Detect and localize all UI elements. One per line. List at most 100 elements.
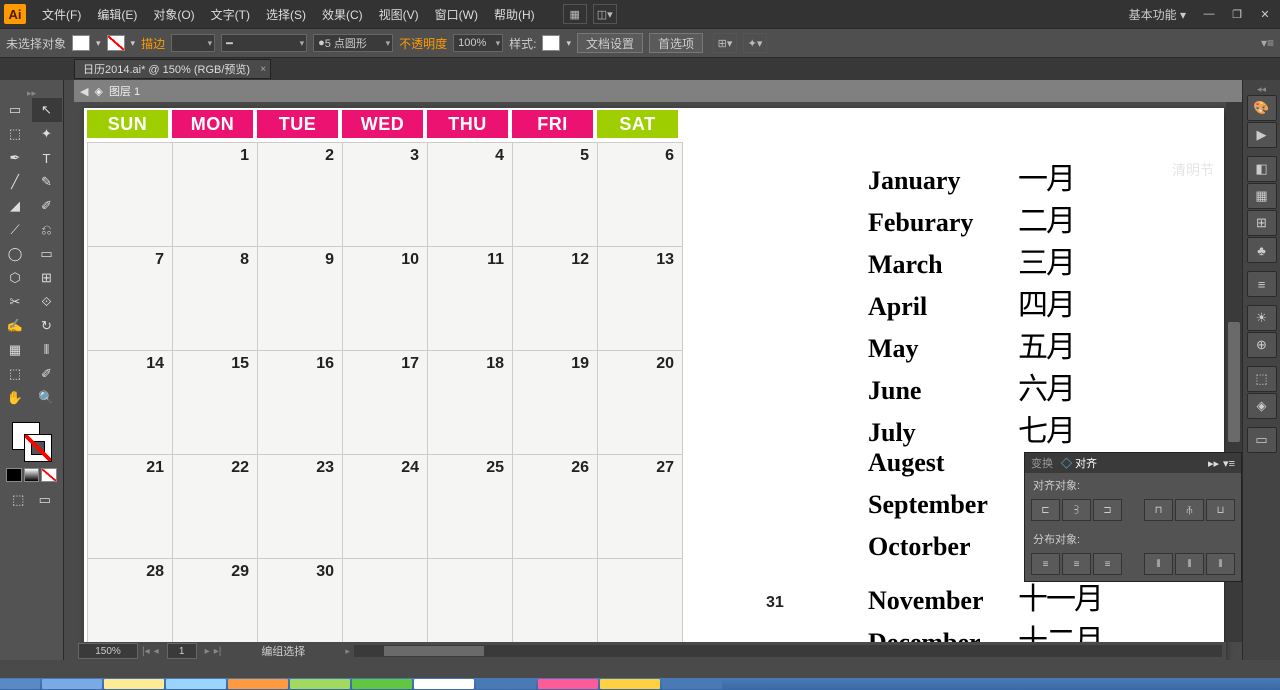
- calendar-day-header[interactable]: SUN: [87, 110, 168, 138]
- tool-button[interactable]: ✐: [32, 362, 62, 386]
- tool-button[interactable]: 🔍: [32, 386, 62, 410]
- panel-dock-icon[interactable]: ◧: [1247, 156, 1277, 182]
- document-tab[interactable]: 日历2014.ai* @ 150% (RGB/预览) ×: [74, 59, 271, 79]
- align-tab[interactable]: ◇ 对齐: [1061, 455, 1097, 471]
- breadcrumb-back-icon[interactable]: ◀: [80, 85, 88, 98]
- menu-item[interactable]: 编辑(E): [89, 6, 145, 23]
- tool-button[interactable]: T: [32, 146, 62, 170]
- controlbar-menu-icon[interactable]: ▾≡: [1261, 36, 1274, 50]
- month-row[interactable]: March三月: [868, 238, 1102, 280]
- calendar-cell[interactable]: 19: [513, 351, 598, 455]
- calendar-cell[interactable]: 6: [598, 143, 683, 247]
- orphan-date[interactable]: 31: [766, 594, 784, 612]
- breadcrumb-layer[interactable]: 图层 1: [109, 83, 140, 99]
- calendar-day-header[interactable]: TUE: [257, 110, 338, 138]
- color-mode-none-icon[interactable]: [41, 468, 57, 482]
- tab-close-icon[interactable]: ×: [260, 64, 266, 75]
- tool-button[interactable]: ✐: [32, 194, 62, 218]
- calendar-cell[interactable]: 15: [173, 351, 258, 455]
- tool-button[interactable]: ✦: [32, 122, 62, 146]
- tool-button[interactable]: ✍: [0, 314, 30, 338]
- tool-button[interactable]: ✎: [32, 170, 62, 194]
- opacity-label[interactable]: 不透明度: [399, 35, 447, 52]
- preferences-button[interactable]: 首选项: [649, 33, 703, 53]
- calendar-cell[interactable]: 20: [598, 351, 683, 455]
- close-icon[interactable]: ✕: [1254, 6, 1276, 22]
- arrange-icon[interactable]: ◫▾: [593, 4, 617, 24]
- calendar-cell[interactable]: 13: [598, 247, 683, 351]
- month-row[interactable]: January一月: [868, 154, 1102, 196]
- nav-last-icon[interactable]: ▸|: [214, 646, 222, 657]
- calendar-cell[interactable]: 24: [343, 455, 428, 559]
- tool-button[interactable]: ⫴: [32, 338, 62, 362]
- panel-dock-icon[interactable]: ≡: [1247, 271, 1277, 297]
- panel-dock-icon[interactable]: ⬚: [1247, 366, 1277, 392]
- panel-dock-icon[interactable]: ☀: [1247, 305, 1277, 331]
- dist-right-button[interactable]: ⦀: [1206, 553, 1235, 575]
- menu-item[interactable]: 窗口(W): [427, 6, 486, 23]
- tool-button[interactable]: ◢: [0, 194, 30, 218]
- panel-dock-icon[interactable]: ♣: [1247, 237, 1277, 263]
- calendar-day-header[interactable]: FRI: [512, 110, 593, 138]
- calendar-cell[interactable]: 10: [343, 247, 428, 351]
- menu-item[interactable]: 选择(S): [258, 6, 314, 23]
- transform-tab[interactable]: 变换: [1031, 455, 1053, 471]
- panel-dock-icon[interactable]: 🎨: [1247, 95, 1277, 121]
- workspace-switcher[interactable]: 基本功能 ▾: [1123, 6, 1192, 23]
- month-row[interactable]: July七月: [868, 406, 1102, 448]
- dist-top-button[interactable]: ≡: [1031, 553, 1060, 575]
- calendar-cell[interactable]: 23: [258, 455, 343, 559]
- calendar-object[interactable]: SUNMONTUEWEDTHUFRISAT 123456789101112131…: [87, 110, 683, 660]
- tool-button[interactable]: ⬚: [0, 122, 30, 146]
- calendar-cell[interactable]: 12: [513, 247, 598, 351]
- zoom-dropdown[interactable]: 150%: [78, 643, 138, 659]
- bridge-icon[interactable]: ▦: [563, 4, 587, 24]
- calendar-cell[interactable]: 8: [173, 247, 258, 351]
- calendar-cell[interactable]: 21: [88, 455, 173, 559]
- dist-left-button[interactable]: ⦀: [1144, 553, 1173, 575]
- artboard-nav-dropdown[interactable]: 1: [167, 643, 197, 659]
- dist-hcenter-button[interactable]: ⦀: [1175, 553, 1204, 575]
- tool-button[interactable]: ⬡: [0, 266, 30, 290]
- month-row[interactable]: May五月: [868, 322, 1102, 364]
- maximize-icon[interactable]: ❐: [1226, 6, 1248, 22]
- align-top-button[interactable]: ⊓: [1144, 499, 1173, 521]
- tool-button[interactable]: ▭: [0, 98, 30, 122]
- menu-item[interactable]: 帮助(H): [486, 6, 543, 23]
- tool-button[interactable]: ✒: [0, 146, 30, 170]
- draw-mode-icon[interactable]: ⬚: [6, 488, 31, 512]
- calendar-cell[interactable]: 17: [343, 351, 428, 455]
- calendar-cell[interactable]: 7: [88, 247, 173, 351]
- horizontal-scrollbar[interactable]: [354, 645, 1222, 657]
- menu-item[interactable]: 对象(O): [145, 6, 202, 23]
- calendar-cell[interactable]: 5: [513, 143, 598, 247]
- calendar-cell[interactable]: 25: [428, 455, 513, 559]
- nav-next-icon[interactable]: ▸: [201, 646, 214, 657]
- calendar-cell[interactable]: 22: [173, 455, 258, 559]
- panel-dock-icon[interactable]: ▦: [1247, 183, 1277, 209]
- tool-button[interactable]: ↻: [32, 314, 62, 338]
- minimize-icon[interactable]: —: [1198, 6, 1220, 22]
- tool-button[interactable]: ◯: [0, 242, 30, 266]
- panel-collapse-icon[interactable]: ▸▸: [1208, 457, 1219, 470]
- color-mode-solid-icon[interactable]: [6, 468, 22, 482]
- month-row[interactable]: April四月: [868, 280, 1102, 322]
- dist-vcenter-button[interactable]: ≡: [1062, 553, 1091, 575]
- menu-item[interactable]: 文字(T): [203, 6, 258, 23]
- calendar-day-header[interactable]: SAT: [597, 110, 678, 138]
- brush-dropdown[interactable]: ● 5 点圆形: [313, 34, 393, 52]
- screen-mode-icon[interactable]: ▭: [33, 488, 58, 512]
- stroke-color-icon[interactable]: [24, 434, 52, 462]
- menu-item[interactable]: 效果(C): [314, 6, 371, 23]
- menu-item[interactable]: 视图(V): [371, 6, 427, 23]
- tool-button[interactable]: ⎌: [32, 218, 62, 242]
- tool-button[interactable]: ✋: [0, 386, 30, 410]
- panel-dock-icon[interactable]: ▶: [1247, 122, 1277, 148]
- style-swatch[interactable]: [542, 35, 560, 51]
- calendar-cell[interactable]: 27: [598, 455, 683, 559]
- menu-item[interactable]: 文件(F): [34, 6, 89, 23]
- calendar-cell[interactable]: 16: [258, 351, 343, 455]
- tool-button[interactable]: ▭: [32, 242, 62, 266]
- tool-button[interactable]: ✂: [0, 290, 30, 314]
- document-setup-button[interactable]: 文档设置: [577, 33, 643, 53]
